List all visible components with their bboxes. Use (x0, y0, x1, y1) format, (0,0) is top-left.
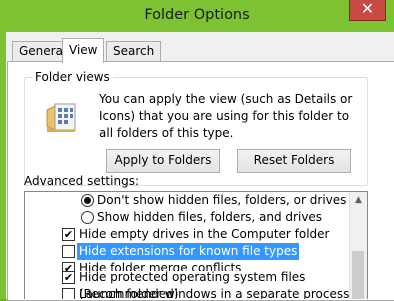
checkbox-hide-empty-drives[interactable]: ✔ (62, 228, 75, 241)
list-item[interactable]: ✔ Hide empty drives in the Computer fold… (25, 226, 350, 243)
list-item-label: Launch folder windows in a separate proc… (79, 287, 350, 299)
apply-to-folders-button[interactable]: Apply to Folders (106, 149, 220, 173)
folder-views-group: Folder views You can apply the view (suc… (24, 70, 368, 186)
close-button[interactable]: ✕ (349, 0, 386, 21)
vertical-scrollbar-track[interactable] (349, 271, 367, 299)
checkbox-hide-protected-files[interactable]: ✔ (62, 271, 75, 284)
tab-search[interactable]: Search (106, 41, 162, 62)
radio-dont-show-hidden[interactable] (81, 194, 94, 207)
list-item[interactable]: Don't show hidden files, folders, or dri… (25, 192, 350, 209)
advanced-settings-list[interactable]: Don't show hidden files, folders, or dri… (24, 191, 368, 272)
folder-view-icon (46, 103, 76, 132)
list-item-label: Hide empty drives in the Computer folder (79, 227, 330, 241)
list-item-selected[interactable]: Hide extensions for known file types (25, 243, 350, 260)
list-item[interactable]: Show hidden files, folders, and drives (25, 209, 350, 226)
scroll-thumb[interactable] (352, 251, 364, 272)
scroll-up-icon[interactable]: ▲ (350, 192, 367, 209)
window-title: Folder Options (144, 7, 250, 23)
folder-views-label: Folder views (32, 70, 113, 84)
list-item[interactable]: ✔ Hide protected operating system files … (25, 271, 350, 299)
title-bar[interactable]: Folder Options ✕ (0, 0, 394, 32)
list-item-label: Show hidden files, folders, and drives (97, 210, 323, 224)
advanced-settings-list-continued[interactable]: ✔ Hide protected operating system files … (24, 271, 368, 299)
reset-folders-button[interactable]: Reset Folders (237, 149, 351, 173)
vertical-scrollbar[interactable]: ▲ (349, 192, 367, 272)
dialog-client-area: General View Search Folder views You can… (6, 32, 394, 301)
list-item-label: Don't show hidden files, folders, or dri… (97, 193, 347, 207)
tab-strip: General View Search (6, 38, 394, 63)
folder-options-window: Folder Options ✕ General View Search Fol… (0, 0, 394, 301)
advanced-settings-label: Advanced settings: (24, 174, 139, 188)
checkbox-separate-process[interactable] (62, 288, 75, 299)
close-icon: ✕ (360, 0, 375, 18)
scroll-thumb-lower[interactable] (352, 271, 364, 299)
list-item[interactable]: Launch folder windows in a separate proc… (25, 286, 350, 299)
tab-view[interactable]: View (62, 38, 105, 63)
folder-views-description: You can apply the view (such as Details … (99, 92, 353, 140)
radio-show-hidden[interactable] (81, 211, 94, 224)
list-item-label: Hide extensions for known file types (77, 243, 300, 260)
checkbox-hide-extensions[interactable] (62, 245, 75, 258)
